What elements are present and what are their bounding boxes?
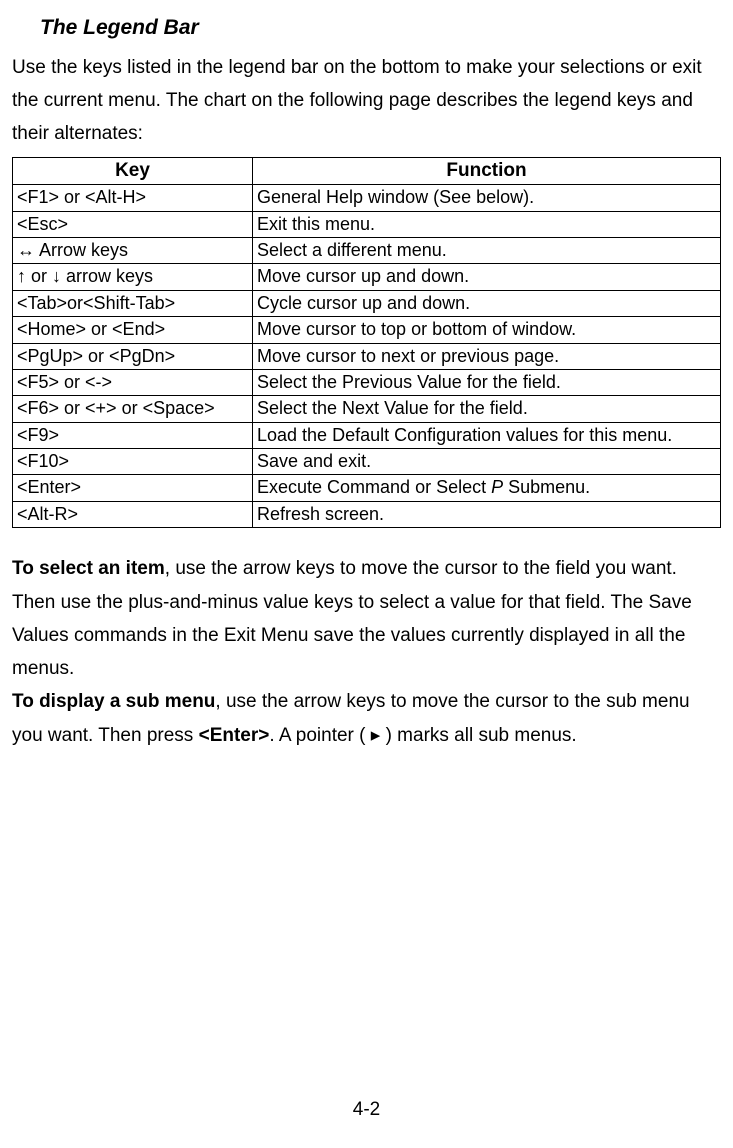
cell-key: <F5> or <-> [13,369,253,395]
cell-key: <F6> or <+> or <Space> [13,396,253,422]
cell-function: Save and exit. [253,449,721,475]
cell-key: <F9> [13,422,253,448]
cell-function: Load the Default Configuration values fo… [253,422,721,448]
bold-enter-key: <Enter> [199,725,270,746]
cell-key: <Alt-R> [13,501,253,527]
cell-function: Exit this menu. [253,211,721,237]
cell-key: <F10> [13,449,253,475]
cell-key: <Home> or <End> [13,317,253,343]
cell-function: Select the Next Value for the field. [253,396,721,422]
text-display-submenu-2: . A pointer ( ▸ ) marks all sub menus. [269,725,576,746]
cell-key: <F1> or <Alt-H> [13,185,253,211]
table-row: <Tab>or<Shift-Tab>Cycle cursor up and do… [13,290,721,316]
cell-function: Move cursor up and down. [253,264,721,290]
cell-key: <Tab>or<Shift-Tab> [13,290,253,316]
section-heading: The Legend Bar [40,10,721,47]
cell-function: Execute Command or Select P Submenu. [253,475,721,501]
header-function: Function [253,157,721,185]
table-row: <F1> or <Alt-H>General Help window (See … [13,185,721,211]
table-row: <F9>Load the Default Configuration value… [13,422,721,448]
table-row: ↑ or ↓ arrow keysMove cursor up and down… [13,264,721,290]
table-row: <F5> or <->Select the Previous Value for… [13,369,721,395]
table-row: <F6> or <+> or <Space>Select the Next Va… [13,396,721,422]
bold-display-submenu: To display a sub menu [12,691,215,712]
paragraph-select-item: To select an item, use the arrow keys to… [12,552,721,685]
cell-function: Refresh screen. [253,501,721,527]
legend-table: Key Function <F1> or <Alt-H>General Help… [12,157,721,529]
bold-select-item: To select an item [12,558,165,579]
table-row: ↔ Arrow keysSelect a different menu. [13,237,721,263]
cell-function: General Help window (See below). [253,185,721,211]
table-row: <Enter>Execute Command or Select P Subme… [13,475,721,501]
cell-function: Move cursor to next or previous page. [253,343,721,369]
table-body: <F1> or <Alt-H>General Help window (See … [13,185,721,528]
cell-key: <Enter> [13,475,253,501]
cell-key: ↔ Arrow keys [13,237,253,263]
paragraph-display-submenu: To display a sub menu, use the arrow key… [12,685,721,752]
table-row: <F10>Save and exit. [13,449,721,475]
table-header-row: Key Function [13,157,721,185]
header-key: Key [13,157,253,185]
cell-function: Select a different menu. [253,237,721,263]
cell-function: Select the Previous Value for the field. [253,369,721,395]
cell-function: Move cursor to top or bottom of window. [253,317,721,343]
page-number: 4-2 [0,1093,733,1126]
cell-key: ↑ or ↓ arrow keys [13,264,253,290]
table-row: <Home> or <End>Move cursor to top or bot… [13,317,721,343]
cell-key: <Esc> [13,211,253,237]
cell-function: Cycle cursor up and down. [253,290,721,316]
cell-key: <PgUp> or <PgDn> [13,343,253,369]
table-row: <Alt-R>Refresh screen. [13,501,721,527]
table-row: <Esc>Exit this menu. [13,211,721,237]
table-row: <PgUp> or <PgDn>Move cursor to next or p… [13,343,721,369]
intro-paragraph: Use the keys listed in the legend bar on… [12,51,721,151]
